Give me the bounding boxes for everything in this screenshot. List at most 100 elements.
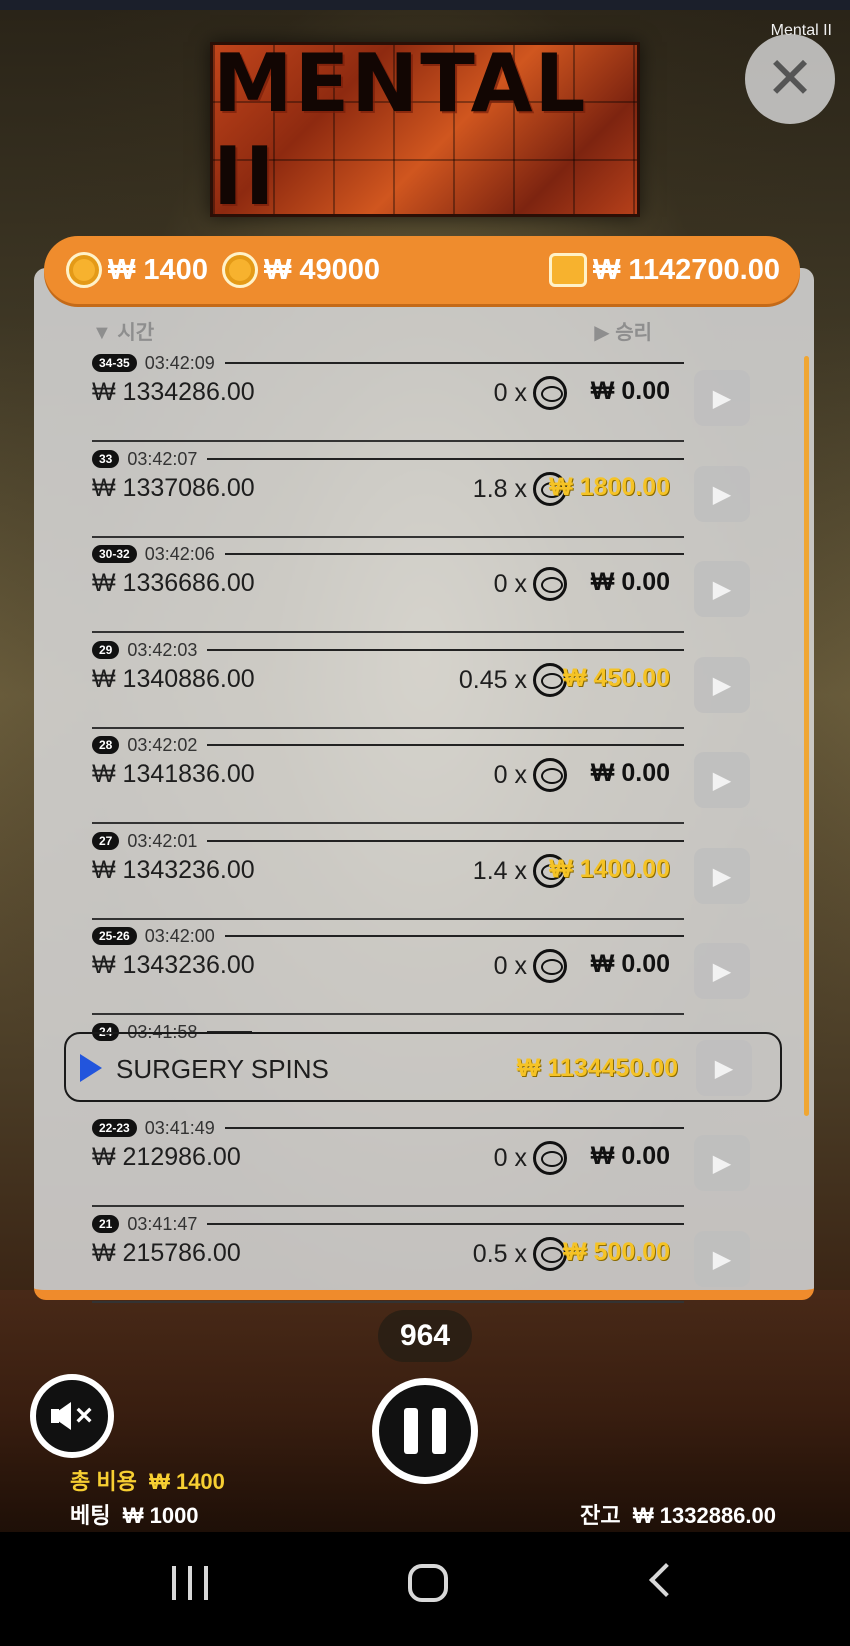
history-row: 27 03:42:01 ₩ 1343236.00 1.4 x ₩ 1400.00… <box>92 830 760 922</box>
multiplier-value: 0.5 x <box>472 1239 527 1268</box>
row-win: ₩ 0.00 <box>590 377 670 405</box>
replay-button[interactable]: ▶ <box>694 848 750 904</box>
spin-time: 03:42:00 <box>144 925 215 946</box>
history-row: 33 03:42:07 ₩ 1337086.00 1.8 x ₩ 1800.00… <box>92 448 760 540</box>
coin-icon <box>533 376 567 410</box>
replay-button[interactable]: ▶ <box>694 466 750 522</box>
play-icon: ▶ <box>714 1054 734 1082</box>
close-button[interactable]: ✕ <box>745 34 835 124</box>
play-icon: ▶ <box>712 480 732 508</box>
mute-button[interactable]: × <box>30 1374 114 1458</box>
row-meta: 25-26 03:42:00 <box>92 925 684 947</box>
spin-time: 03:42:03 <box>127 639 198 660</box>
history-row: 30-32 03:42:06 ₩ 1336686.00 0 x ₩ 0.00 ▶ <box>92 543 760 635</box>
play-icon: ▶ <box>712 671 732 699</box>
row-win: ₩ 0.00 <box>590 1142 670 1170</box>
multiplier-value: 0 x <box>493 760 527 789</box>
replay-button[interactable]: ▶ <box>694 1231 750 1287</box>
spin-badge: 22-23 <box>92 1119 137 1137</box>
row-balance: ₩ 1340886.00 <box>92 665 255 693</box>
logo-text: MENTAL II <box>213 42 588 217</box>
row-multiplier: 0 x <box>332 567 567 601</box>
row-multiplier: 1.4 x <box>332 854 567 888</box>
row-win: ₩ 0.00 <box>590 759 670 787</box>
replay-button[interactable]: ▶ <box>694 657 750 713</box>
history-row: 22-23 03:41:49 ₩ 212986.00 0 x ₩ 0.00 ▶ <box>92 1117 760 1209</box>
replay-button[interactable]: ▶ <box>694 561 750 617</box>
home-button[interactable] <box>408 1564 448 1602</box>
history-row: 34-35 03:42:09 ₩ 1334286.00 0 x ₩ 0.00 ▶ <box>92 352 760 444</box>
row-meta: 34-35 03:42:09 <box>92 352 684 374</box>
replay-button[interactable]: ▶ <box>694 370 750 426</box>
spin-badge: 28 <box>92 736 120 754</box>
row-meta: 28 03:42:02 <box>92 734 684 756</box>
row-balance: ₩ 215786.00 <box>92 1239 241 1267</box>
game-logo: MENTAL II <box>210 42 640 217</box>
sort-time-header[interactable]: ▼ 시간 <box>92 316 154 345</box>
balance-label: 잔고 <box>580 1503 621 1528</box>
row-win: ₩ 0.00 <box>590 568 670 596</box>
scrollbar[interactable] <box>804 356 809 1116</box>
pause-button[interactable] <box>372 1378 478 1484</box>
spin-badge: 34-35 <box>92 354 137 372</box>
multiplier-value: 0.45 x <box>458 665 527 694</box>
spin-badge: 30-32 <box>92 545 137 563</box>
close-icon: ✕ <box>765 46 815 111</box>
history-row: 21 03:41:47 ₩ 215786.00 0.5 x ₩ 500.00 ▶ <box>92 1213 760 1305</box>
spin-badge: 21 <box>92 1215 120 1233</box>
total-cost-label: 총 비용 <box>70 1469 137 1494</box>
replay-button[interactable]: ▶ <box>694 752 750 808</box>
row-multiplier: 0 x <box>332 758 567 792</box>
spin-time: 03:42:07 <box>127 448 198 469</box>
feature-row-surgery-spins[interactable]: SURGERY SPINS ₩ 1134450.00 ▶ <box>64 1032 782 1102</box>
history-row: 25-26 03:42:00 ₩ 1343236.00 0 x ₩ 0.00 ▶ <box>92 925 760 1017</box>
spin-badge: 25-26 <box>92 927 137 945</box>
row-divider <box>92 1013 684 1015</box>
row-multiplier: 0 x <box>332 949 567 983</box>
coin-icon <box>66 252 102 288</box>
spin-counter: 964 <box>378 1310 472 1362</box>
history-row: 28 03:42:02 ₩ 1341836.00 0 x ₩ 0.00 ▶ <box>92 734 760 826</box>
replay-button[interactable]: ▶ <box>694 1135 750 1191</box>
row-divider <box>92 1205 684 1207</box>
coin-icon <box>533 758 567 792</box>
balance-info: 잔고 ₩ 1332886.00 <box>580 1498 776 1530</box>
row-balance: ₩ 1337086.00 <box>92 474 255 502</box>
multiplier-value: 0 x <box>493 378 527 407</box>
row-multiplier: 0 x <box>332 1141 567 1175</box>
column-headers: ▼ 시간 ▶ 승리 <box>92 316 652 345</box>
row-divider <box>92 536 684 538</box>
spin-time: 03:42:01 <box>127 830 198 851</box>
bet-amount-item: ₩ 1400 <box>66 252 208 288</box>
row-multiplier: 0.45 x <box>332 663 567 697</box>
spin-badge: 33 <box>92 450 120 468</box>
wallet-icon <box>548 253 587 287</box>
replay-button[interactable]: ▶ <box>694 943 750 999</box>
expand-arrow-icon[interactable] <box>80 1054 102 1082</box>
row-balance: ₩ 1343236.00 <box>92 856 255 884</box>
spin-badge: 29 <box>92 641 120 659</box>
row-win: ₩ 0.00 <box>590 950 670 978</box>
multiplier-value: 0 x <box>493 569 527 598</box>
feature-win: ₩ 1134450.00 <box>516 1054 678 1082</box>
row-meta: 30-32 03:42:06 <box>92 543 684 565</box>
sort-win-header[interactable]: ▶ 승리 <box>594 316 652 345</box>
pause-icon <box>404 1408 418 1454</box>
replay-button[interactable]: ▶ <box>696 1040 752 1096</box>
row-win: ₩ 1400.00 <box>549 855 670 883</box>
history-header: ₩ 1400 ₩ 49000 ₩ 1142700.00 <box>44 236 800 304</box>
feature-cost-item: ₩ 49000 <box>221 252 380 288</box>
row-multiplier: 0 x <box>332 376 567 410</box>
bet-info: 베팅 ₩ 1000 <box>70 1498 199 1530</box>
total-cost-value: ₩ 1400 <box>149 1469 225 1494</box>
row-win: ₩ 1800.00 <box>549 473 670 501</box>
play-icon: ▶ <box>712 957 732 985</box>
play-icon: ▶ <box>712 1245 732 1273</box>
history-row: 29 03:42:03 ₩ 1340886.00 0.45 x ₩ 450.00… <box>92 639 760 731</box>
row-meta: 22-23 03:41:49 <box>92 1117 684 1139</box>
back-button[interactable] <box>649 1563 683 1597</box>
recent-apps-button[interactable] <box>172 1566 208 1600</box>
play-icon: ▶ <box>712 862 732 890</box>
row-meta: 27 03:42:01 <box>92 830 684 852</box>
row-multiplier: 0.5 x <box>332 1237 567 1271</box>
